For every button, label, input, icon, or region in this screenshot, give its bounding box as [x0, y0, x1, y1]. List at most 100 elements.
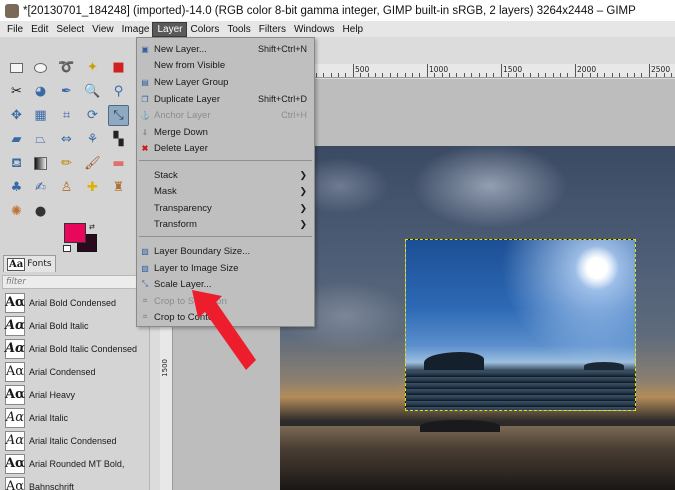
menu-layer[interactable]: Layer: [152, 21, 188, 37]
font-list-item[interactable]: Aα Arial Bold Condensed: [2, 291, 148, 314]
heal-tool-icon[interactable]: ✚: [82, 177, 103, 198]
merge-icon: ⇓: [141, 127, 149, 137]
ruler-tick: [641, 73, 643, 77]
menu-item-layer-to-image-size[interactable]: ▧ Layer to Image Size: [137, 260, 314, 276]
menu-colors[interactable]: Colors: [186, 23, 223, 36]
flip-tool-icon[interactable]: ⇔: [56, 129, 77, 150]
clone-tool-icon[interactable]: ♙: [56, 177, 77, 198]
duplicate-icon: ❐: [141, 94, 149, 104]
scissors-tool-icon[interactable]: ✂: [6, 81, 27, 102]
move-tool-icon[interactable]: ✥: [6, 105, 27, 126]
ruler-tick: [656, 73, 658, 77]
eraser-tool-icon[interactable]: ▬: [108, 153, 129, 174]
title-bar: *[20130701_184248] (imported)-14.0 (RGB …: [0, 0, 675, 21]
menu-item-merge-down[interactable]: ⇓ Merge Down: [137, 124, 314, 140]
perspective-clone-tool-icon[interactable]: ♜: [108, 177, 129, 198]
ruler-tick: [426, 64, 428, 77]
ruler-tick: [397, 73, 399, 77]
dodge-burn-tool-icon[interactable]: ●: [30, 201, 51, 222]
unified-transform-tool-icon[interactable]: ⟳: [82, 105, 103, 126]
font-preview-icon: Aα: [5, 430, 25, 451]
reset-colors-icon[interactable]: [63, 245, 71, 252]
menu-item-crop-to-content[interactable]: ⌗ Crop to Content: [137, 309, 314, 325]
ruler-tick: [552, 73, 554, 77]
menu-file[interactable]: File: [3, 23, 27, 36]
font-filter-input[interactable]: filter: [2, 275, 148, 289]
menu-item-transform[interactable]: Transform ❯: [137, 216, 314, 232]
foreground-select-tool-icon[interactable]: ◕: [30, 81, 51, 102]
water-reflection: [280, 426, 675, 490]
fonts-tab[interactable]: Aa Fonts: [3, 255, 56, 272]
warp-tool-icon[interactable]: ▚: [108, 129, 129, 150]
fg-bg-colors[interactable]: ⇄: [63, 223, 99, 253]
ruler-tick: [367, 73, 369, 77]
shear-tool-icon[interactable]: ▰: [6, 129, 27, 150]
crop-tool-icon[interactable]: ⌗: [56, 105, 77, 126]
zoom-tool-icon[interactable]: 🔍: [82, 81, 103, 102]
measure-tool-icon[interactable]: ⚲: [108, 81, 129, 102]
ink-tool-icon[interactable]: ✍: [30, 177, 51, 198]
font-list-item[interactable]: Aα Arial Rounded MT Bold,: [2, 452, 148, 475]
font-list-item[interactable]: Aα Arial Italic: [2, 406, 148, 429]
menu-filters[interactable]: Filters: [255, 23, 290, 36]
pencil-tool-icon[interactable]: ✏: [56, 153, 77, 174]
swap-colors-icon[interactable]: ⇄: [89, 223, 95, 231]
menu-item-duplicate-layer[interactable]: ❐ Duplicate Layer Shift+Ctrl+D: [137, 91, 314, 107]
menu-item-anchor-layer[interactable]: ⚓ Anchor Layer Ctrl+H: [137, 107, 314, 123]
menu-item-new-layer[interactable]: ▣ New Layer... Shift+Ctrl+N: [137, 41, 314, 57]
ruler-tick: [441, 73, 443, 77]
paintbrush-tool-icon[interactable]: 🖌: [82, 153, 103, 174]
font-list-item[interactable]: Aα Arial Condensed: [2, 360, 148, 383]
ruler-tick: [589, 73, 591, 77]
fuzzy-select-tool-icon[interactable]: ✦: [82, 57, 103, 78]
menu-select[interactable]: Select: [52, 23, 88, 36]
cage-tool-icon[interactable]: ⚘: [82, 129, 103, 150]
font-preview-icon: Aα: [5, 292, 25, 313]
menu-item-layer-boundary-size[interactable]: ▨ Layer Boundary Size...: [137, 243, 314, 259]
ruler-tick: [648, 64, 650, 77]
gradient-tool-icon[interactable]: [30, 153, 51, 174]
menu-help[interactable]: Help: [339, 23, 368, 36]
menu-item-transparency[interactable]: Transparency ❯: [137, 200, 314, 216]
font-list-item[interactable]: Aα Bahnschrift: [2, 475, 148, 490]
free-select-tool-icon[interactable]: ➰: [56, 57, 77, 78]
crop-content-icon: ⌗: [142, 312, 148, 321]
color-select-tool-icon[interactable]: ■: [108, 57, 129, 78]
ruler-tick: [663, 73, 665, 77]
font-list-item[interactable]: Aα Arial Heavy: [2, 383, 148, 406]
font-list-item[interactable]: Aα Arial Bold Italic: [2, 314, 148, 337]
menu-item-scale-layer[interactable]: ⤡ Scale Layer...: [137, 276, 314, 292]
menu-item-delete-layer[interactable]: ✖ Delete Layer: [137, 140, 314, 156]
menu-item-new-from-visible[interactable]: New from Visible: [137, 57, 314, 73]
bucket-fill-tool-icon[interactable]: ⛾: [6, 153, 27, 174]
menu-image[interactable]: Image: [118, 23, 154, 36]
align-tool-icon[interactable]: ▦: [30, 105, 51, 126]
ruler-tick: [574, 64, 576, 77]
ellipse-select-tool-icon[interactable]: [30, 57, 51, 78]
rect-select-tool-icon[interactable]: [6, 57, 27, 78]
menu-item-stack[interactable]: Stack ❯: [137, 167, 314, 183]
ruler-label: 2500: [651, 65, 671, 74]
sea-surface: [406, 371, 635, 410]
menu-tools[interactable]: Tools: [223, 23, 254, 36]
menu-item-new-layer-group[interactable]: ▤ New Layer Group: [137, 74, 314, 90]
scale-tool-icon[interactable]: ⤡: [108, 105, 129, 126]
color-picker-tool-icon[interactable]: ✒: [56, 81, 77, 102]
new-layer-icon: ▣: [141, 44, 149, 54]
ruler-tick: [508, 73, 510, 77]
perspective-tool-icon[interactable]: ⏢: [30, 129, 51, 150]
airbrush-tool-icon[interactable]: ♣: [6, 177, 27, 198]
menu-item-mask[interactable]: Mask ❯: [137, 183, 314, 199]
ruler-tick: [463, 73, 465, 77]
menu-edit[interactable]: Edit: [27, 23, 52, 36]
foreground-color-swatch[interactable]: [64, 223, 86, 243]
menu-windows[interactable]: Windows: [290, 23, 339, 36]
font-list-item[interactable]: Aα Arial Bold Italic Condensed: [2, 337, 148, 360]
menu-view[interactable]: View: [88, 23, 118, 36]
gimp-window: *[20130701_184248] (imported)-14.0 (RGB …: [0, 0, 675, 490]
floating-layer-image[interactable]: [405, 239, 636, 411]
menu-item-crop-to-selection[interactable]: ⌗ Crop to Selection: [137, 293, 314, 309]
font-list-item[interactable]: Aα Arial Italic Condensed: [2, 429, 148, 452]
smudge-tool-icon[interactable]: ✺: [6, 201, 27, 222]
font-preview-icon: Aα: [5, 361, 25, 382]
